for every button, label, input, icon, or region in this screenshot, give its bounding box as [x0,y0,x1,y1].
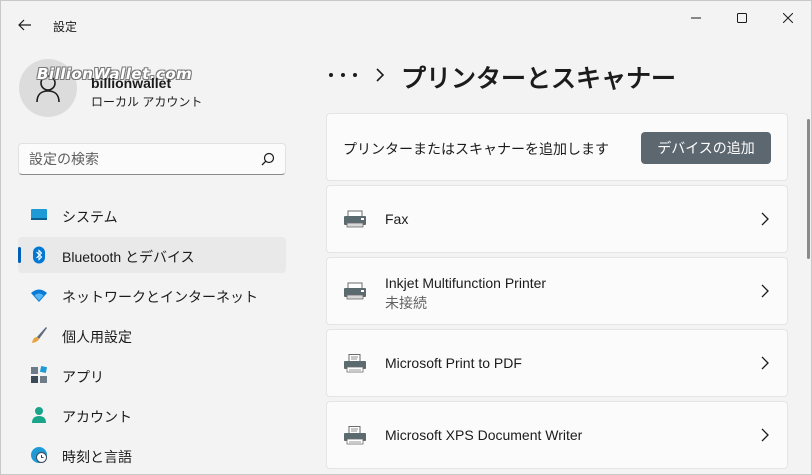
sidebar-nav: システム Bluetooth とデバイス ネットワークとインターネット 個人用設… [18,197,286,475]
maximize-icon [737,13,747,23]
close-icon [783,13,793,23]
dot-icon [329,73,333,77]
sidebar-item-time-language[interactable]: 時刻と言語 [18,437,286,473]
wifi-icon [31,289,47,302]
search-box [18,143,286,175]
printer-item-print-to-pdf[interactable]: Microsoft Print to PDF [326,329,788,397]
sidebar-item-accounts[interactable]: アカウント [18,397,286,433]
settings-window: 設定 BillionWallet.com billionwallet ローカル … [0,0,812,475]
page-title: プリンターとスキャナー [401,65,677,93]
add-device-text: プリンターまたはスキャナーを追加します [343,141,609,157]
sidebar-item-label: アカウント [62,409,132,425]
printer-name: Fax [385,211,409,227]
sidebar-item-label: 時刻と言語 [62,449,132,465]
sidebar-item-bluetooth-devices[interactable]: Bluetooth とデバイス [18,237,286,273]
chevron-right-icon [761,356,769,370]
close-button[interactable] [765,1,811,35]
printer-item-xps-writer[interactable]: Microsoft XPS Document Writer [326,401,788,469]
user-name: billionwallet [91,75,172,91]
chevron-right-icon [761,212,769,226]
system-icon [31,209,47,220]
search-icon[interactable] [261,152,275,166]
brush-icon [32,327,47,343]
maximize-button[interactable] [719,1,765,35]
printer-icon [344,210,366,228]
sidebar-item-system[interactable]: システム [18,197,286,233]
printer-name: Inkjet Multifunction Printer [385,275,547,291]
printer-name: Microsoft XPS Document Writer [385,427,583,443]
sidebar-item-label: Bluetooth とデバイス [62,249,195,265]
title-bar: 設定 [1,1,811,47]
dot-icon [341,73,345,77]
printer-item-inkjet[interactable]: Inkjet Multifunction Printer 未接続 [326,257,788,325]
printer-document-icon [344,426,366,445]
printer-status: 未接続 [385,295,427,311]
sidebar-item-label: 個人用設定 [62,329,132,345]
sidebar-item-label: システム [62,209,118,225]
bluetooth-icon [33,246,45,264]
search-input[interactable] [19,144,259,174]
minimize-icon [691,17,701,19]
arrow-left-icon [18,19,31,31]
add-device-card: プリンターまたはスキャナーを追加します デバイスの追加 [326,113,788,181]
dot-icon [353,73,357,77]
chevron-right-icon [761,284,769,298]
chevron-right-icon [761,428,769,442]
minimize-button[interactable] [673,1,719,35]
sidebar-item-label: ネットワークとインターネット [62,289,258,305]
account-type: ローカル アカウント [91,95,203,109]
printer-icon [344,282,366,300]
scrollbar-thumb[interactable] [807,119,810,259]
sidebar-item-personalization[interactable]: 個人用設定 [18,317,286,353]
sidebar-item-label: アプリ [62,369,104,385]
printer-item-fax[interactable]: Fax [326,185,788,253]
sidebar-item-apps[interactable]: アプリ [18,357,286,393]
app-title: 設定 [53,20,78,34]
account-icon [32,407,46,423]
printer-document-icon [344,354,366,373]
breadcrumb-more-button[interactable] [329,63,357,87]
clock-globe-icon [31,447,47,463]
back-button[interactable] [11,13,39,37]
add-device-button[interactable]: デバイスの追加 [641,132,771,164]
printer-name: Microsoft Print to PDF [385,355,522,371]
sidebar-item-network[interactable]: ネットワークとインターネット [18,277,286,313]
apps-icon [31,366,48,383]
chevron-right-icon [376,68,385,82]
